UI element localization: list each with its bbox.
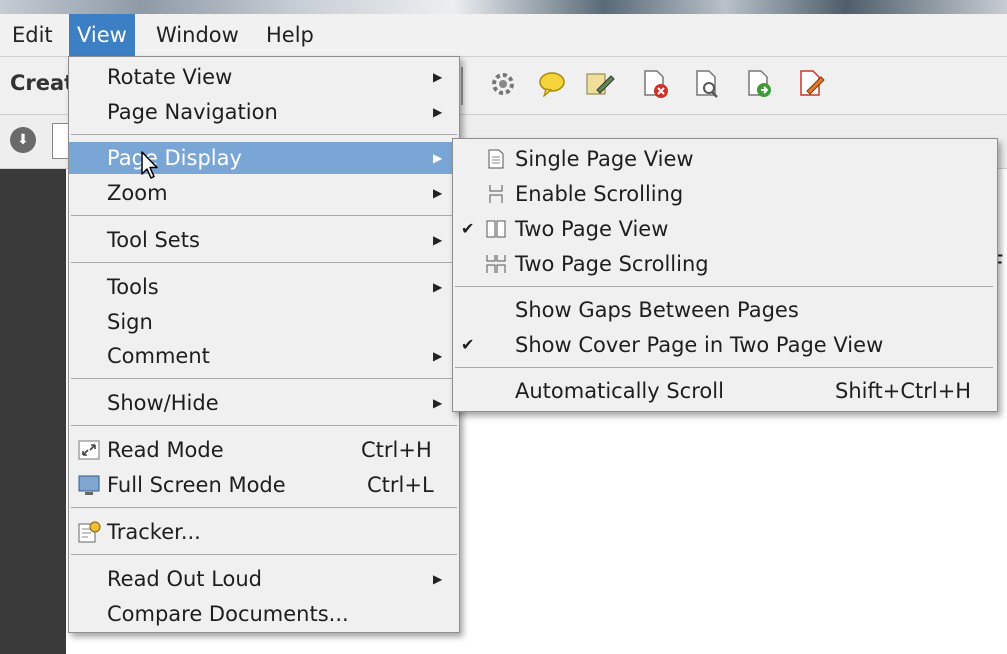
next-page-button[interactable]: ⬇ (10, 127, 36, 153)
submenu-item-label: Automatically Scroll (515, 379, 724, 403)
menu-item-label: Read Mode (107, 438, 224, 462)
title-bar-strip (0, 0, 1007, 14)
shortcut-label: Ctrl+L (367, 473, 434, 497)
menu-item-tools[interactable]: Tools ▶ (69, 271, 457, 303)
menu-separator (71, 507, 457, 508)
menu-item-label: Tools (107, 275, 159, 299)
menu-item-show-hide[interactable]: Show/Hide ▶ (69, 387, 457, 419)
submenu-item-label: Two Page Scrolling (515, 252, 709, 276)
menu-item-label: Comment (107, 344, 210, 368)
pdf-delete-icon[interactable] (640, 69, 670, 99)
view-menu: Rotate View ▶ Page Navigation ▶ Page Dis… (68, 56, 460, 633)
page-display-submenu: Single Page View Enable Scrolling ✔ Two … (452, 138, 998, 412)
menu-view[interactable]: View (69, 14, 135, 56)
submenu-item-label: Show Gaps Between Pages (515, 298, 799, 322)
pdf-edit-icon[interactable] (796, 69, 826, 99)
checkmark-icon: ✔ (461, 219, 475, 238)
gear-icon[interactable] (488, 69, 518, 99)
submenu-arrow-icon: ▶ (433, 349, 443, 363)
menu-item-label: Compare Documents... (107, 602, 349, 626)
menu-item-label: Sign (107, 310, 153, 334)
menu-item-sign[interactable]: Sign (69, 306, 457, 338)
menu-separator (71, 378, 457, 379)
menu-item-rotate-view[interactable]: Rotate View ▶ (69, 61, 457, 93)
comment-bubble-icon[interactable] (537, 69, 567, 99)
menu-item-label: Full Screen Mode (107, 473, 286, 497)
submenu-arrow-icon: ▶ (433, 105, 443, 119)
submenu-arrow-icon: ▶ (433, 396, 443, 410)
menu-item-page-navigation[interactable]: Page Navigation ▶ (69, 96, 457, 128)
submenu-arrow-icon: ▶ (433, 186, 443, 200)
read-mode-icon (78, 440, 100, 460)
menu-item-label: Tool Sets (107, 228, 200, 252)
menu-item-label: Page Navigation (107, 100, 278, 124)
sign-pen-icon[interactable] (585, 69, 615, 99)
submenu-item-show-cover-page[interactable]: ✔ Show Cover Page in Two Page View (453, 329, 995, 361)
submenu-arrow-icon: ▶ (433, 70, 443, 84)
submenu-item-enable-scrolling[interactable]: Enable Scrolling (453, 178, 995, 210)
menu-separator (455, 286, 993, 287)
two-page-scrolling-icon (486, 255, 506, 273)
shortcut-label: Shift+Ctrl+H (835, 379, 972, 403)
menu-edit[interactable]: Edit (4, 14, 61, 56)
menu-separator (71, 134, 457, 135)
menu-item-zoom[interactable]: Zoom ▶ (69, 177, 457, 209)
navigation-pane (0, 169, 66, 654)
enable-scrolling-icon (489, 185, 503, 203)
submenu-item-two-page-view[interactable]: ✔ Two Page View (453, 213, 995, 245)
menu-item-compare-documents[interactable]: Compare Documents... (69, 598, 457, 630)
submenu-item-label: Single Page View (515, 147, 694, 171)
menu-item-label: Zoom (107, 181, 168, 205)
shortcut-label: Ctrl+H (361, 438, 432, 462)
menu-window[interactable]: Window (148, 14, 247, 56)
submenu-item-automatically-scroll[interactable]: Automatically Scroll Shift+Ctrl+H (453, 375, 995, 407)
submenu-item-label: Enable Scrolling (515, 182, 684, 206)
checkmark-icon: ✔ (461, 335, 475, 354)
menu-help[interactable]: Help (258, 14, 322, 56)
single-page-icon (488, 149, 504, 169)
submenu-item-two-page-scrolling[interactable]: Two Page Scrolling (453, 248, 995, 280)
menu-item-comment[interactable]: Comment ▶ (69, 340, 457, 372)
menu-separator (71, 215, 457, 216)
full-screen-icon (78, 475, 100, 495)
tracker-icon (78, 521, 101, 543)
mouse-cursor-icon (141, 151, 158, 179)
submenu-item-single-page-view[interactable]: Single Page View (453, 143, 995, 175)
pdf-magnify-icon[interactable] (692, 69, 722, 99)
menu-item-page-display[interactable]: Page Display ▶ (69, 142, 457, 174)
menu-separator (71, 425, 457, 426)
menu-item-label: Read Out Loud (107, 567, 263, 591)
pdf-export-icon[interactable] (744, 69, 774, 99)
submenu-item-label: Show Cover Page in Two Page View (515, 333, 884, 357)
menu-separator (71, 262, 457, 263)
menu-item-label: Show/Hide (107, 391, 219, 415)
toolbar-separator (461, 67, 463, 105)
submenu-arrow-icon: ▶ (433, 151, 443, 165)
menu-item-label: Rotate View (107, 65, 233, 89)
menu-separator (71, 554, 457, 555)
submenu-item-show-gaps[interactable]: Show Gaps Between Pages (453, 294, 995, 326)
submenu-arrow-icon: ▶ (433, 233, 443, 247)
menu-item-read-out-loud[interactable]: Read Out Loud ▶ (69, 563, 457, 595)
create-button[interactable]: Creat (10, 71, 74, 95)
menu-item-tracker[interactable]: Tracker... (69, 516, 457, 548)
menu-item-label: Tracker... (107, 520, 201, 544)
submenu-arrow-icon: ▶ (433, 280, 443, 294)
menu-item-full-screen-mode[interactable]: Full Screen Mode Ctrl+L (69, 469, 457, 501)
submenu-arrow-icon: ▶ (433, 572, 443, 586)
menu-separator (455, 367, 993, 368)
two-page-view-icon (486, 220, 506, 238)
menu-item-read-mode[interactable]: Read Mode Ctrl+H (69, 434, 457, 466)
menu-bar: Edit View Window Help (0, 14, 1007, 57)
menu-item-tool-sets[interactable]: Tool Sets ▶ (69, 224, 457, 256)
menu-item-label: Page Display (107, 146, 242, 170)
submenu-item-label: Two Page View (515, 217, 669, 241)
